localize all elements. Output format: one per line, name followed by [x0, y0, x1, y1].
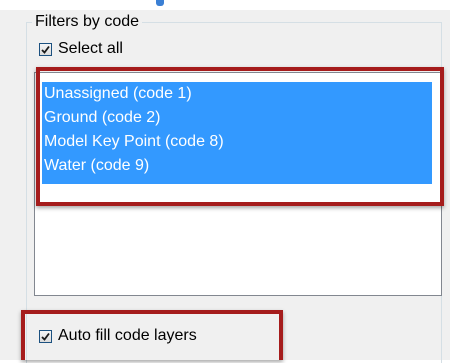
select-all-label: Select all: [58, 40, 123, 57]
highlight-box-list: [36, 67, 444, 206]
scroll-nub-icon: [156, 0, 164, 6]
select-all-checkbox[interactable]: Select all: [39, 40, 123, 58]
checkbox-checked-icon: [39, 42, 52, 56]
groupbox-title: Filters by code: [32, 13, 143, 31]
highlight-box-auto-fill: [21, 310, 283, 360]
top-strip: [0, 0, 450, 10]
